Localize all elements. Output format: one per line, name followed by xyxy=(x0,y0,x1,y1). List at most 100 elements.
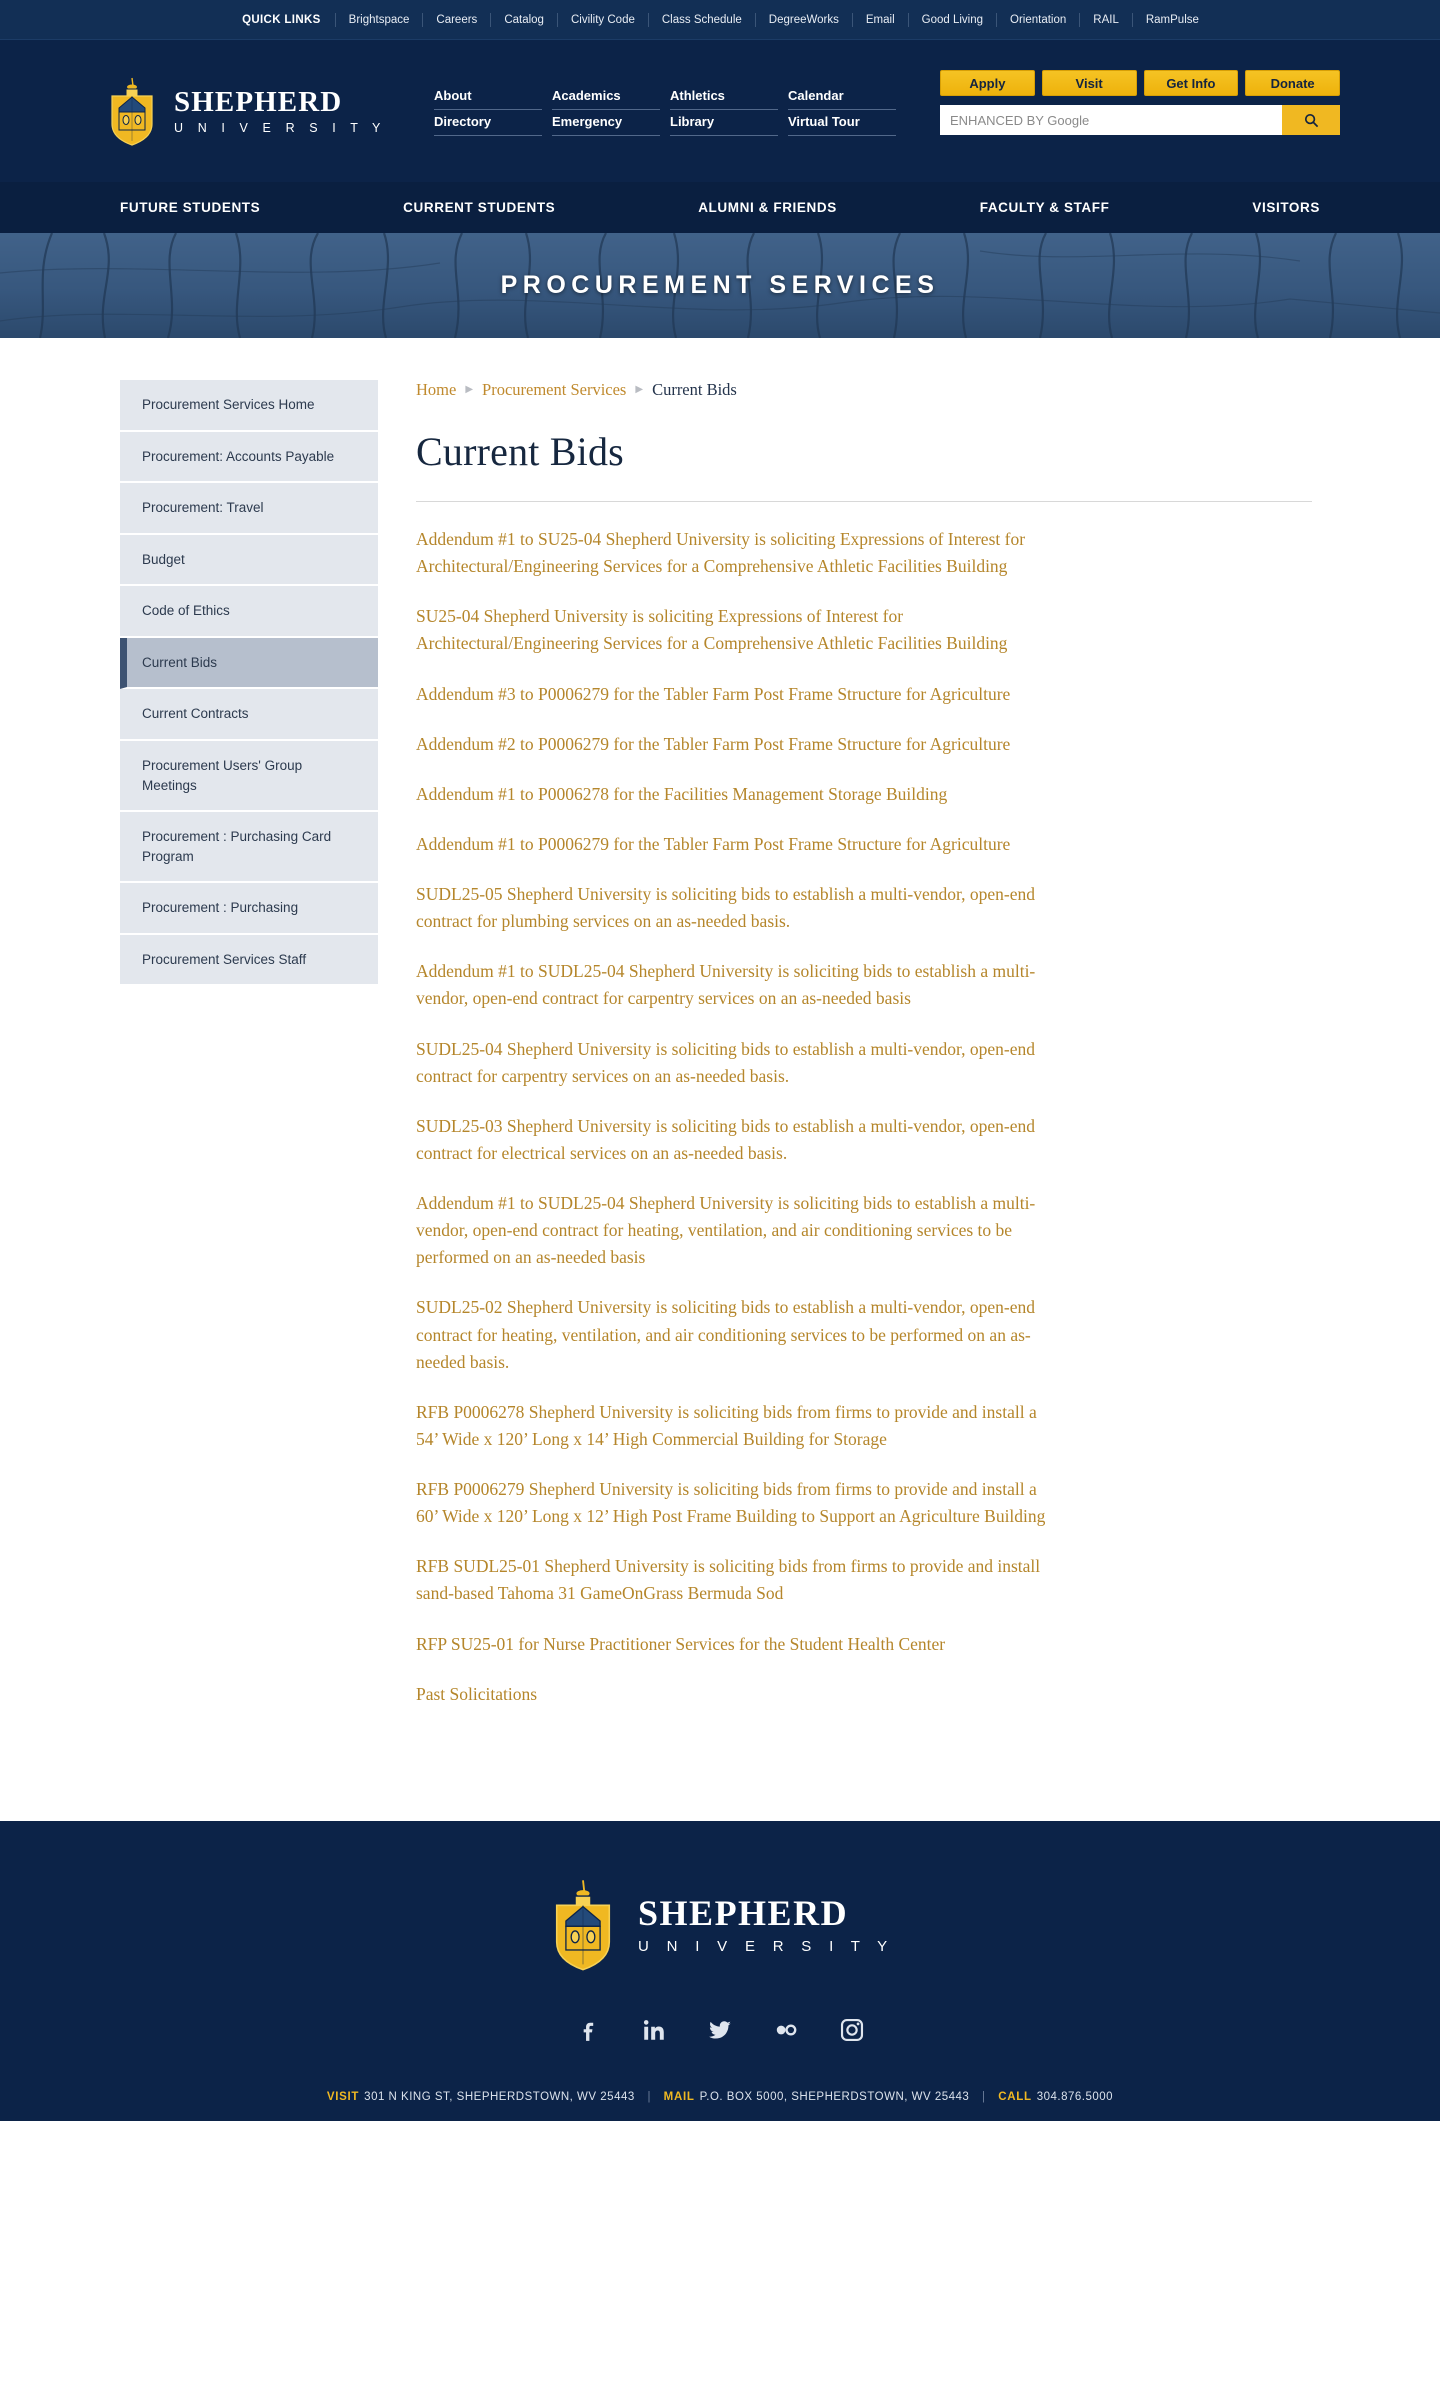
bid-link[interactable]: RFB SUDL25-01 Shepherd University is sol… xyxy=(416,1553,1056,1607)
sidebar-item-users-group-meetings[interactable]: Procurement Users' Group Meetings xyxy=(120,740,378,813)
bid-link[interactable]: Addendum #1 to P0006278 for the Faciliti… xyxy=(416,781,1056,808)
sidebar-item-procurement-services-staff[interactable]: Procurement Services Staff xyxy=(120,934,378,987)
twitter-icon[interactable] xyxy=(707,2017,733,2043)
bid-link[interactable]: SU25-04 Shepherd University is solicitin… xyxy=(416,603,1056,657)
nav-virtual-tour[interactable]: Virtual Tour xyxy=(788,114,896,136)
bid-link[interactable]: Addendum #1 to SU25-04 Shepherd Universi… xyxy=(416,526,1056,580)
nav-visitors[interactable]: VISITORS xyxy=(1252,200,1320,215)
apply-button[interactable]: Apply xyxy=(940,70,1035,96)
search-row xyxy=(940,105,1340,135)
quick-link-rampulse[interactable]: RamPulse xyxy=(1133,13,1212,27)
flickr-icon[interactable] xyxy=(773,2017,799,2043)
contact-visit-value: 301 N KING ST, SHEPHERDSTOWN, WV 25443 xyxy=(364,2090,635,2103)
sidebar-item-purchasing[interactable]: Procurement : Purchasing xyxy=(120,883,378,935)
quick-links-container: QUICK LINKS Brightspace Careers Catalog … xyxy=(228,12,1212,27)
breadcrumb-separator-icon: ▶ xyxy=(465,384,474,395)
site-logo-link[interactable]: SHEPHERD U N I V E R S I T Y xyxy=(104,76,386,146)
breadcrumb-procurement-services[interactable]: Procurement Services xyxy=(482,380,626,400)
page-body: Procurement Services Home Procurement: A… xyxy=(100,338,1340,1821)
bid-link[interactable]: Addendum #1 to SUDL25-04 Shepherd Univer… xyxy=(416,1190,1056,1271)
quick-links-label: QUICK LINKS xyxy=(228,12,336,27)
nav-academics[interactable]: Academics xyxy=(552,88,660,110)
bid-link[interactable]: Addendum #1 to SUDL25-04 Shepherd Univer… xyxy=(416,958,1056,1012)
breadcrumb-home[interactable]: Home xyxy=(416,380,456,400)
quick-link-orientation[interactable]: Orientation xyxy=(997,12,1081,27)
bid-list: Addendum #1 to SU25-04 Shepherd Universi… xyxy=(416,510,1312,1708)
visit-button[interactable]: Visit xyxy=(1041,70,1137,96)
nav-athletics[interactable]: Athletics xyxy=(670,88,778,110)
footer-wordmark: SHEPHERD U N I V E R S I T Y xyxy=(638,1895,894,1955)
social-links xyxy=(0,2017,1440,2043)
sidebar-item-current-contracts[interactable]: Current Contracts xyxy=(120,689,378,741)
bid-link[interactable]: RFP SU25-01 for Nurse Practitioner Servi… xyxy=(416,1631,1056,1658)
contact-call-label: CALL xyxy=(998,2090,1032,2103)
main-content: Home ▶ Procurement Services ▶ Current Bi… xyxy=(416,380,1340,1731)
bid-link[interactable]: SUDL25-02 Shepherd University is solicit… xyxy=(416,1294,1056,1375)
nav-future-students[interactable]: FUTURE STUDENTS xyxy=(120,200,260,215)
bid-link[interactable]: Addendum #2 to P0006279 for the Tabler F… xyxy=(416,731,1056,758)
quick-links-bar: QUICK LINKS Brightspace Careers Catalog … xyxy=(0,0,1440,40)
footer-logo-link[interactable]: SHEPHERD U N I V E R S I T Y xyxy=(0,1879,1440,1971)
footer-contact-bar: VISIT 301 N KING ST, SHEPHERDSTOWN, WV 25… xyxy=(0,2077,1440,2121)
instagram-icon[interactable] xyxy=(839,2017,865,2043)
audience-navigation-container: FUTURE STUDENTS CURRENT STUDENTS ALUMNI … xyxy=(100,182,1340,233)
audience-navigation-bar: FUTURE STUDENTS CURRENT STUDENTS ALUMNI … xyxy=(0,182,1440,233)
action-area: Apply Visit Get Info Donate xyxy=(940,70,1340,135)
quick-link-good-living[interactable]: Good Living xyxy=(909,12,998,27)
sidebar-item-procurement-services-home[interactable]: Procurement Services Home xyxy=(120,380,378,432)
past-solicitations-link[interactable]: Past Solicitations xyxy=(416,1681,1056,1708)
brand-name: SHEPHERD xyxy=(174,85,343,118)
nav-library[interactable]: Library xyxy=(670,114,778,136)
bid-link[interactable]: SUDL25-04 Shepherd University is solicit… xyxy=(416,1036,1056,1090)
quick-link-careers[interactable]: Careers xyxy=(423,12,492,27)
breadcrumb: Home ▶ Procurement Services ▶ Current Bi… xyxy=(416,380,1312,400)
contact-mail-label: MAIL xyxy=(663,2090,695,2103)
quick-link-catalog[interactable]: Catalog xyxy=(491,12,558,27)
nav-calendar[interactable]: Calendar xyxy=(788,88,896,110)
bid-link[interactable]: Addendum #1 to P0006279 for the Tabler F… xyxy=(416,831,1056,858)
nav-about[interactable]: About xyxy=(434,88,542,110)
search-input[interactable] xyxy=(940,105,1282,135)
sidebar-item-travel[interactable]: Procurement: Travel xyxy=(120,483,378,535)
sidebar-item-code-of-ethics[interactable]: Code of Ethics xyxy=(120,586,378,638)
facebook-icon[interactable] xyxy=(575,2017,601,2043)
search-submit-button[interactable] xyxy=(1282,105,1340,135)
quick-link-civility-code[interactable]: Civility Code xyxy=(558,12,649,27)
search-icon xyxy=(1304,113,1318,127)
contact-separator: | xyxy=(982,2090,986,2103)
nav-faculty-staff[interactable]: FACULTY & STAFF xyxy=(980,200,1110,215)
bid-link[interactable]: Addendum #3 to P0006279 for the Tabler F… xyxy=(416,681,1056,708)
sidebar-item-current-bids[interactable]: Current Bids xyxy=(120,637,378,690)
nav-emergency[interactable]: Emergency xyxy=(552,114,660,136)
utility-navigation: About Academics Athletics Calendar Direc… xyxy=(434,88,896,136)
nav-current-students[interactable]: CURRENT STUDENTS xyxy=(403,200,555,215)
hero-title: PROCUREMENT SERVICES xyxy=(500,271,940,299)
bid-link[interactable]: SUDL25-05 Shepherd University is solicit… xyxy=(416,881,1056,935)
quick-link-brightspace[interactable]: Brightspace xyxy=(336,12,424,27)
quick-link-email[interactable]: Email xyxy=(853,12,909,27)
shepherd-crest-icon xyxy=(555,1879,611,1971)
nav-alumni-friends[interactable]: ALUMNI & FRIENDS xyxy=(698,200,837,215)
get-info-button[interactable]: Get Info xyxy=(1143,70,1239,96)
footer-brand-subtitle: U N I V E R S I T Y xyxy=(638,1937,894,1955)
shepherd-crest-icon xyxy=(111,77,153,146)
quick-link-degreeworks[interactable]: DegreeWorks xyxy=(756,12,853,27)
cta-button-group: Apply Visit Get Info Donate xyxy=(940,70,1340,96)
sidebar-item-budget[interactable]: Budget xyxy=(120,534,378,587)
bid-link[interactable]: RFB P0006279 Shepherd University is soli… xyxy=(416,1476,1056,1530)
linkedin-icon[interactable] xyxy=(641,2017,667,2043)
bid-link[interactable]: SUDL25-03 Shepherd University is solicit… xyxy=(416,1113,1056,1167)
quick-link-rail[interactable]: RAIL xyxy=(1080,12,1133,27)
bid-link[interactable]: RFB P0006278 Shepherd University is soli… xyxy=(416,1399,1056,1453)
quick-link-class-schedule[interactable]: Class Schedule xyxy=(649,12,756,27)
page-title: Current Bids xyxy=(416,428,1312,502)
contact-call-value[interactable]: 304.876.5000 xyxy=(1037,2091,1113,2103)
brand-subtitle: U N I V E R S I T Y xyxy=(174,120,386,135)
contact-visit-label: VISIT xyxy=(326,2090,360,2103)
sidebar-item-purchasing-card-program[interactable]: Procurement : Purchasing Card Program xyxy=(120,812,378,884)
sidebar-item-accounts-payable[interactable]: Procurement: Accounts Payable xyxy=(120,431,378,484)
masthead: SHEPHERD U N I V E R S I T Y About Acade… xyxy=(0,40,1440,182)
donate-button[interactable]: Donate xyxy=(1245,70,1340,96)
nav-directory[interactable]: Directory xyxy=(434,114,542,136)
contact-mail-value: P.O. BOX 5000, SHEPHERDSTOWN, WV 25443 xyxy=(699,2090,970,2103)
